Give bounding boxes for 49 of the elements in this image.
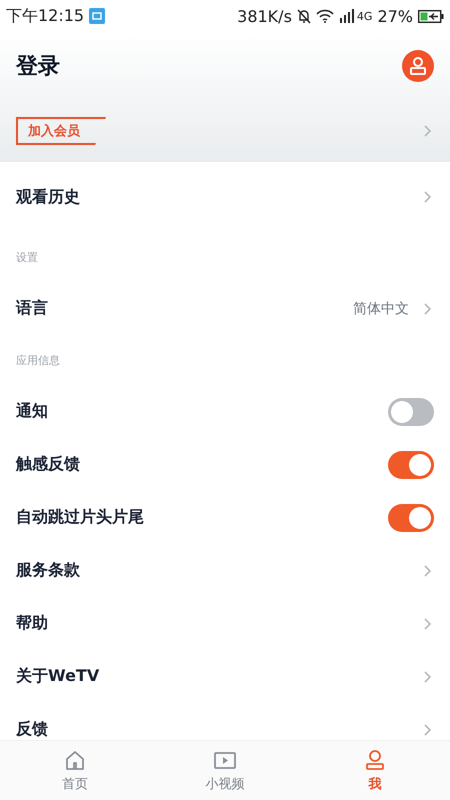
battery-icon [418,10,444,22]
row-label: 触感反馈 [16,454,80,475]
profile-button[interactable] [402,50,434,82]
bell-muted-icon [296,8,311,24]
chevron-icon [423,190,432,204]
settings-row[interactable]: 自动跳过片头片尾 [0,491,450,544]
network-type: 4G [356,10,372,22]
row-value: 简体中文 [353,300,409,318]
section-header: 设置 [15,250,39,266]
row-label: 自动跳过片头片尾 [16,507,144,528]
screenshot-icon [89,8,106,24]
chevron-icon [423,616,432,630]
settings-row[interactable]: 通知 [0,385,450,438]
settings-row[interactable]: 触感反馈 [0,438,450,491]
chevron-icon [423,670,432,684]
section-header: 应用信息 [15,352,61,368]
network-speed: 381K/s [237,6,292,26]
settings-row[interactable]: 服务条款 [0,544,450,597]
nav-tab[interactable]: 小视频 [150,741,300,800]
row-label: 帮助 [16,613,48,634]
row-label: 语言 [16,298,48,319]
signal-icon [338,9,355,23]
toggle-switch[interactable] [388,398,434,426]
settings-row[interactable]: 观看历史 [0,162,450,232]
nav-tab[interactable]: 首页 [0,741,150,800]
home-icon [64,749,86,771]
chevron-icon [423,302,432,316]
chevron-icon [423,124,432,138]
row-label: 观看历史 [16,186,80,208]
chevron-icon [423,564,432,578]
person-icon [364,749,386,771]
row-label: 反馈 [16,719,48,740]
battery-percent: 27% [377,6,413,26]
settings-row[interactable]: 关于WeTV [0,650,450,703]
wifi-icon [316,9,334,23]
settings-row[interactable]: 语言 简体中文 [0,282,450,335]
nav-tab[interactable]: 我 [300,741,450,800]
row-label: 通知 [16,401,48,422]
settings-row[interactable]: 反馈 [0,703,450,740]
video-icon [214,749,236,771]
login-title[interactable]: 登录 [16,51,60,81]
row-label: 服务条款 [16,560,80,581]
chevron-icon [423,722,432,736]
clock-time: 下午12:15 [6,6,84,26]
settings-row[interactable]: 帮助 [0,597,450,650]
row-label: 关于WeTV [16,666,100,687]
toggle-switch[interactable] [388,450,434,478]
person-icon [410,57,426,75]
toggle-switch[interactable] [388,504,434,532]
